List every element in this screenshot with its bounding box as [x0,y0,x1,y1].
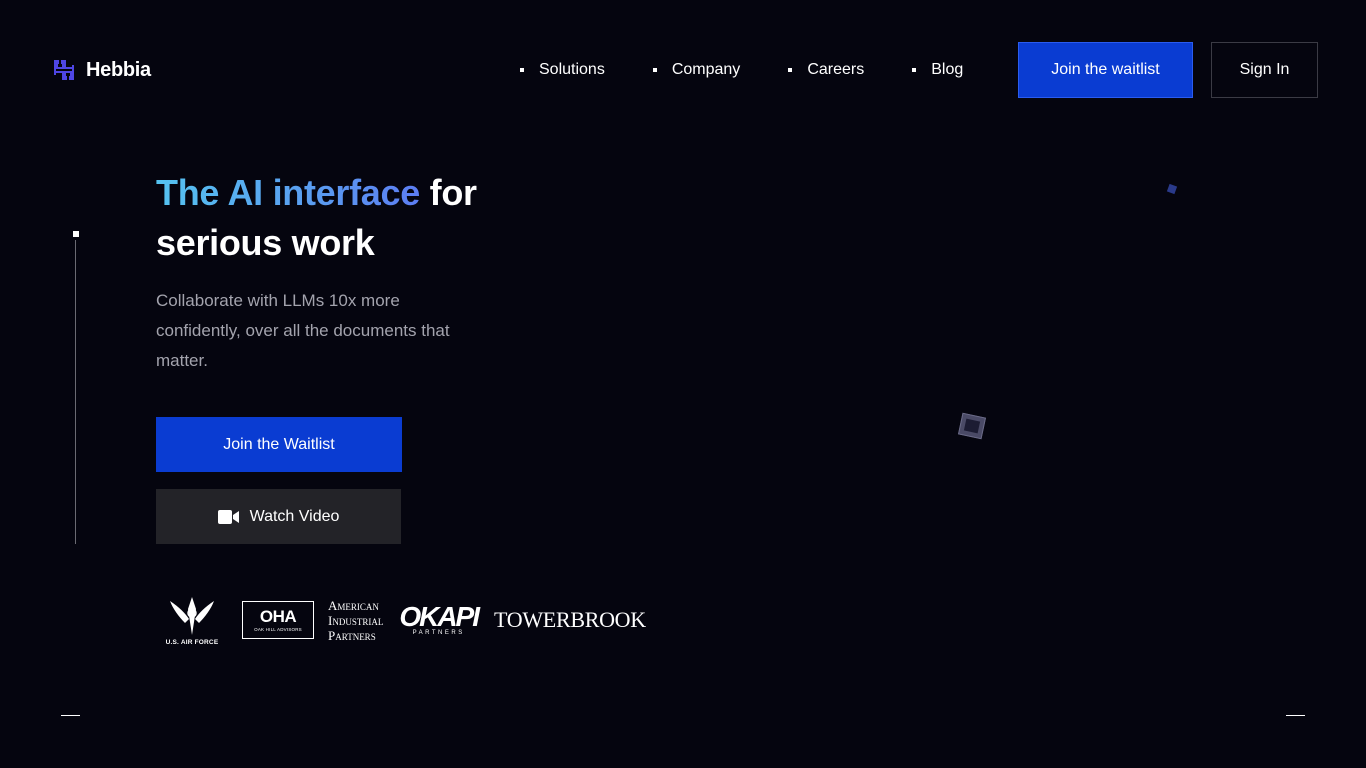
customer-logos: U.S. AIR FORCE OHA OAK HILL ADVISORS Ame… [156,590,646,650]
floating-cube-decoration [1166,183,1178,195]
bullet-icon [788,68,793,72]
okapi-partners-logo: OKAPI PARTNERS [399,601,480,637]
okapi-subtext: PARTNERS [412,630,465,636]
brand-logo[interactable]: Hebbia [52,58,151,82]
sign-in-button[interactable]: Sign In [1211,42,1318,98]
nav-item-label: Blog [931,61,964,78]
bullet-icon [520,68,524,72]
hero-title-rest-line2: serious work [156,222,375,263]
aip-line: American [328,597,379,613]
floating-cube-decoration [957,412,987,440]
hero-title-highlight: The AI interface [156,172,420,213]
hero-title-rest: for [429,172,477,213]
aip-line: Industrial [328,612,384,628]
nav-item-label: Solutions [539,61,605,78]
scroll-indicator-dot [73,231,79,237]
towerbrook-logo: TOWERBROOK [494,607,646,632]
bullet-icon [912,68,917,72]
american-industrial-partners-logo: American Industrial Partners [328,598,383,643]
oha-subtext: OAK HILL ADVISORS [254,627,302,632]
join-waitlist-button[interactable]: Join the Waitlist [156,417,402,472]
us-air-force-logo: U.S. AIR FORCE [156,590,228,650]
aip-line: Partners [328,627,376,643]
watch-video-button[interactable]: Watch Video [156,489,401,544]
corner-mark [61,715,80,716]
oha-logo: OHA OAK HILL ADVISORS [242,601,314,639]
bullet-icon [652,68,657,72]
nav-item-label: Careers [807,61,865,78]
nav-item-blog[interactable]: Blog [912,61,963,79]
oha-text: OHA [259,607,297,626]
air-force-wings-icon [170,596,214,635]
scroll-indicator-line [75,240,76,544]
nav-item-label: Company [671,61,741,78]
okapi-text: OKAPI [399,601,480,632]
brand-name: Hebbia [86,58,151,81]
hero-title: The AI interface for serious work [156,168,556,268]
air-force-text: U.S. AIR FORCE [165,638,219,646]
nav-item-careers[interactable]: Careers [788,61,864,79]
corner-mark [1286,715,1305,716]
nav-item-company[interactable]: Company [652,61,741,79]
hebbia-logo-icon [54,60,74,80]
nav-item-solutions[interactable]: Solutions [520,61,605,79]
video-camera-icon [217,509,239,524]
main-nav: Solutions Company Careers Blog [520,58,963,82]
watch-video-label: Watch Video [249,507,340,525]
hero-subtitle: Collaborate with LLMs 10x more confident… [156,291,450,370]
join-waitlist-nav-button[interactable]: Join the waitlist [1018,42,1193,98]
